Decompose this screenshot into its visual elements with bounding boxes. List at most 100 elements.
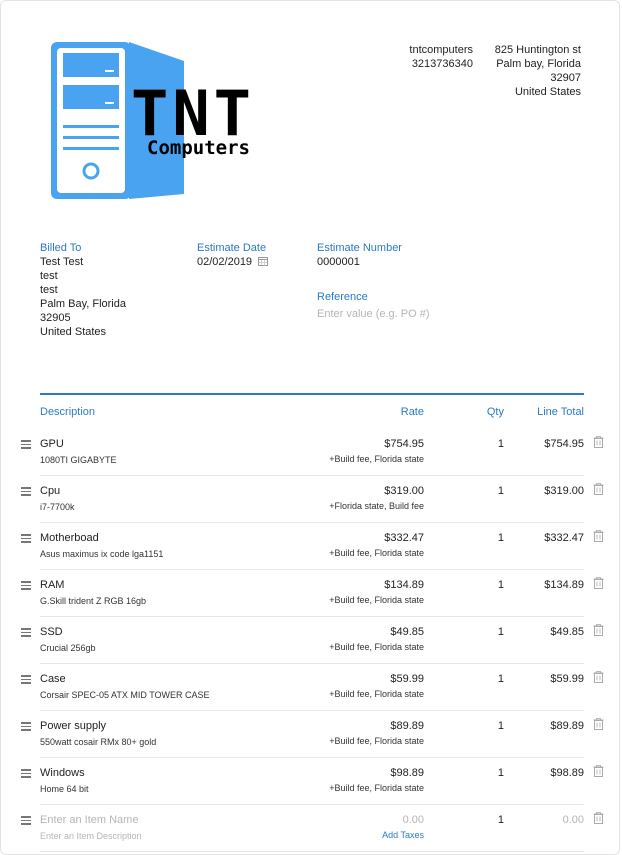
- company-address-line2: Palm bay, Florida: [496, 58, 581, 70]
- new-item-qty-input[interactable]: 1: [498, 814, 504, 826]
- header-line-total: Line Total: [537, 406, 584, 418]
- item-name[interactable]: Power supply: [40, 720, 106, 732]
- estimate-number-label: Estimate Number: [317, 242, 402, 254]
- estimate-date-label: Estimate Date: [197, 242, 267, 254]
- calendar-icon[interactable]: [258, 256, 269, 266]
- reference-section: Reference: [317, 290, 497, 322]
- drag-handle-icon[interactable]: [21, 534, 31, 545]
- header-description: Description: [40, 406, 96, 418]
- item-description[interactable]: Crucial 256gb: [40, 643, 96, 653]
- company-name: tntcomputers: [409, 44, 473, 56]
- item-name[interactable]: GPU: [40, 438, 64, 450]
- drag-handle-icon[interactable]: [21, 487, 31, 498]
- estimate-date-value[interactable]: 02/02/2019: [197, 256, 252, 268]
- trash-icon[interactable]: [593, 671, 604, 683]
- table-row[interactable]: Motherboad Asus maximus ix code lga1151 …: [21, 522, 604, 569]
- item-line-total: $49.85: [550, 626, 584, 638]
- item-qty[interactable]: 1: [498, 767, 504, 779]
- tnt-computers-logo[interactable]: TNT Computers: [49, 39, 274, 201]
- item-description[interactable]: 1080TI GIGABYTE: [40, 455, 117, 465]
- item-name[interactable]: Case: [40, 673, 66, 685]
- new-item-row[interactable]: Enter an Item Name Enter an Item Descrip…: [21, 804, 604, 852]
- item-name[interactable]: Motherboad: [40, 532, 99, 544]
- item-line-total: $319.00: [544, 485, 584, 497]
- item-line-total: $59.99: [550, 673, 584, 685]
- item-description[interactable]: 550watt cosair RMx 80+ gold: [40, 737, 156, 747]
- drag-handle-icon[interactable]: [21, 440, 31, 451]
- item-description[interactable]: Home 64 bit: [40, 784, 89, 794]
- item-taxes[interactable]: +Build fee, Florida state: [329, 783, 424, 793]
- trash-icon[interactable]: [593, 436, 604, 448]
- trash-icon[interactable]: [593, 483, 604, 495]
- table-row[interactable]: Cpu i7-7700k $319.00 +Florida state, Bui…: [21, 475, 604, 522]
- table-header: Description Rate Qty Line Total: [40, 395, 584, 429]
- estimate-number-value[interactable]: 0000001: [317, 255, 402, 269]
- item-taxes[interactable]: +Build fee, Florida state: [329, 548, 424, 558]
- item-rate[interactable]: $134.89: [384, 579, 424, 591]
- table-row[interactable]: Case Corsair SPEC-05 ATX MID TOWER CASE …: [21, 663, 604, 710]
- item-rate[interactable]: $89.89: [390, 720, 424, 732]
- item-qty[interactable]: 1: [498, 438, 504, 450]
- trash-icon[interactable]: [593, 765, 604, 777]
- drag-handle-icon[interactable]: [21, 769, 31, 780]
- new-item-name-input[interactable]: Enter an Item Name: [40, 814, 138, 826]
- company-contact: tntcomputers 3213736340: [409, 43, 473, 71]
- item-rate[interactable]: $59.99: [390, 673, 424, 685]
- new-item-rate-input[interactable]: 0.00: [403, 814, 424, 826]
- item-qty[interactable]: 1: [498, 485, 504, 497]
- client-city: Palm Bay, Florida: [40, 298, 126, 310]
- trash-icon[interactable]: [593, 577, 604, 589]
- item-taxes[interactable]: +Build fee, Florida state: [329, 642, 424, 652]
- item-qty[interactable]: 1: [498, 720, 504, 732]
- trash-icon[interactable]: [593, 624, 604, 636]
- table-row[interactable]: RAM G.Skill trident Z RGB 16gb $134.89 +…: [21, 569, 604, 616]
- trash-icon[interactable]: [593, 530, 604, 542]
- item-taxes[interactable]: +Florida state, Build fee: [329, 501, 424, 511]
- table-row[interactable]: SSD Crucial 256gb $49.85 +Build fee, Flo…: [21, 616, 604, 663]
- item-description[interactable]: i7-7700k: [40, 502, 75, 512]
- item-description[interactable]: G.Skill trident Z RGB 16gb: [40, 596, 146, 606]
- estimate-date-field[interactable]: 02/02/2019: [197, 255, 269, 269]
- new-item-description-input[interactable]: Enter an Item Description: [40, 831, 142, 841]
- item-taxes[interactable]: +Build fee, Florida state: [329, 689, 424, 699]
- billed-to-section[interactable]: Billed To Test Test test test Palm Bay, …: [40, 241, 126, 339]
- table-row[interactable]: Windows Home 64 bit $98.89 +Build fee, F…: [21, 757, 604, 804]
- drag-handle-icon[interactable]: [21, 722, 31, 733]
- svg-text:Computers: Computers: [147, 137, 250, 159]
- item-taxes[interactable]: +Build fee, Florida state: [329, 595, 424, 605]
- client-name: Test Test: [40, 256, 84, 268]
- drag-handle-icon[interactable]: [21, 675, 31, 686]
- trash-icon[interactable]: [593, 812, 604, 824]
- item-name[interactable]: Windows: [40, 767, 85, 779]
- item-name[interactable]: RAM: [40, 579, 64, 591]
- item-rate[interactable]: $49.85: [390, 626, 424, 638]
- item-rate[interactable]: $319.00: [384, 485, 424, 497]
- item-qty[interactable]: 1: [498, 673, 504, 685]
- trash-icon[interactable]: [593, 718, 604, 730]
- item-description[interactable]: Asus maximus ix code lga1151: [40, 549, 163, 559]
- item-qty[interactable]: 1: [498, 532, 504, 544]
- item-rate[interactable]: $754.95: [384, 438, 424, 450]
- table-row[interactable]: GPU 1080TI GIGABYTE $754.95 +Build fee, …: [21, 429, 604, 475]
- company-country: United States: [514, 86, 581, 98]
- item-qty[interactable]: 1: [498, 579, 504, 591]
- item-name[interactable]: SSD: [40, 626, 63, 638]
- add-taxes-link[interactable]: Add Taxes: [382, 830, 424, 840]
- company-zip: 32907: [550, 72, 581, 84]
- table-row[interactable]: Power supply 550watt cosair RMx 80+ gold…: [21, 710, 604, 757]
- invoice-page: TNT Computers tntcomputers 3213736340 82…: [0, 0, 620, 855]
- item-description[interactable]: Corsair SPEC-05 ATX MID TOWER CASE: [40, 690, 210, 700]
- company-phone: 3213736340: [411, 58, 473, 70]
- drag-handle-icon[interactable]: [21, 816, 31, 827]
- item-line-total: $89.89: [550, 720, 584, 732]
- item-taxes[interactable]: +Build fee, Florida state: [329, 736, 424, 746]
- drag-handle-icon[interactable]: [21, 581, 31, 592]
- item-qty[interactable]: 1: [498, 626, 504, 638]
- item-taxes[interactable]: +Build fee, Florida state: [329, 454, 424, 464]
- item-rate[interactable]: $98.89: [390, 767, 424, 779]
- drag-handle-icon[interactable]: [21, 628, 31, 639]
- item-rate[interactable]: $332.47: [384, 532, 424, 544]
- reference-input[interactable]: [317, 308, 497, 320]
- reference-label: Reference: [317, 291, 368, 303]
- item-name[interactable]: Cpu: [40, 485, 60, 497]
